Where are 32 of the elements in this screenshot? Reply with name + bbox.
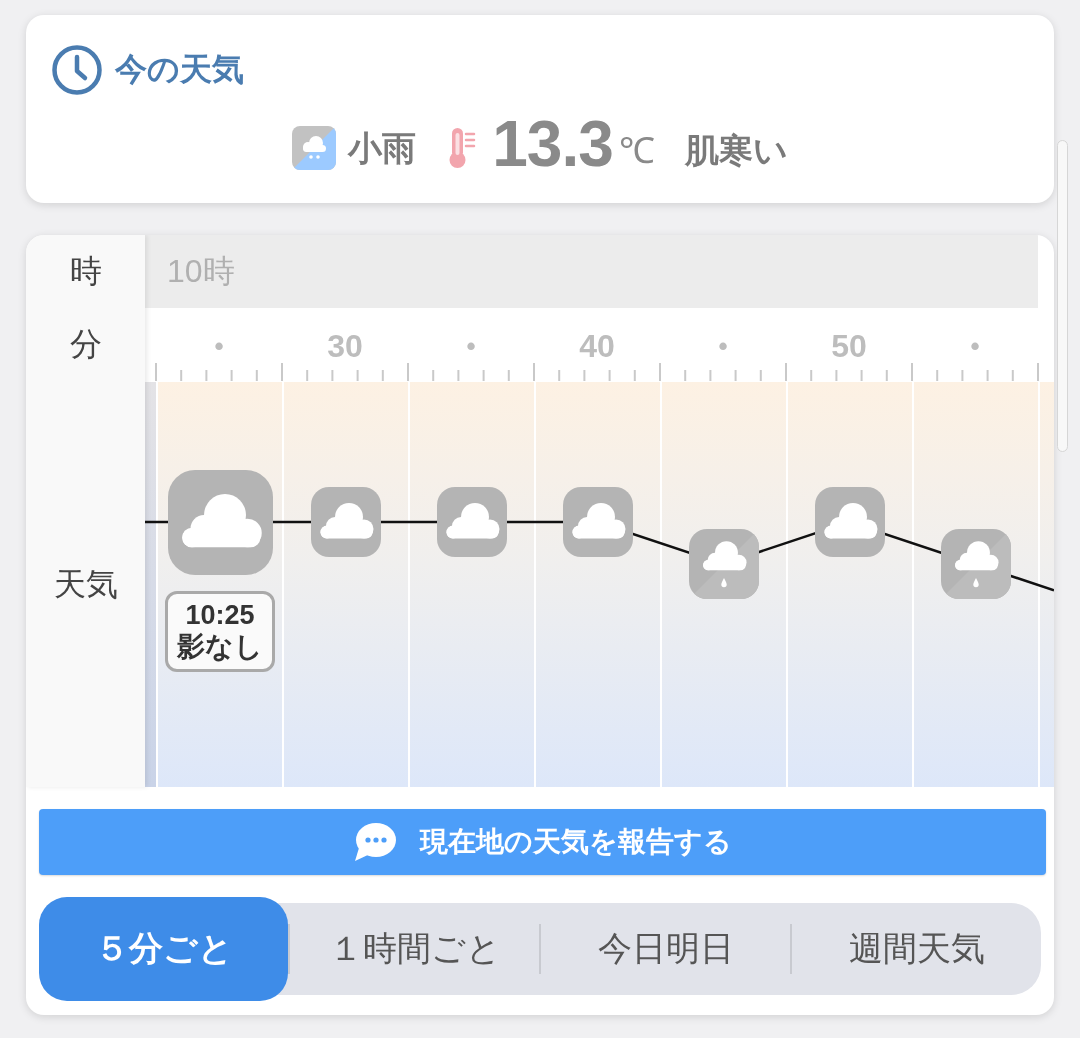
cloud-icon[interactable] <box>815 487 885 557</box>
temperature-unit: ℃ <box>618 133 655 169</box>
clock-icon <box>52 45 102 95</box>
row-label: 時 <box>69 253 102 290</box>
minute-label: • <box>970 333 980 359</box>
rain-cloud-icon[interactable] <box>689 529 759 599</box>
minute-label: • <box>466 333 476 359</box>
cloud-icon[interactable] <box>167 469 273 575</box>
tab[interactable]: ５分ごと <box>39 897 288 1001</box>
minute-label: • <box>214 333 224 359</box>
speech-bubble-icon <box>353 822 396 862</box>
cloud-icon[interactable] <box>437 487 507 557</box>
rain-cloud-icon[interactable] <box>941 529 1011 599</box>
tab[interactable]: 週間天気 <box>792 903 1041 995</box>
minute-label: • <box>718 333 728 359</box>
rain-cloud-icon <box>292 126 337 170</box>
temperature-value: 13.3 <box>492 112 613 176</box>
feeling-text: 肌寒い <box>684 133 788 167</box>
row-label: 分 <box>69 327 102 363</box>
tab[interactable]: 今日明日 <box>541 903 790 995</box>
cloud-icon[interactable] <box>563 487 633 557</box>
minute-label: 50 <box>831 330 867 362</box>
hour-label: 10時 <box>167 251 235 291</box>
tab[interactable]: １時間ごと <box>290 903 539 995</box>
row-label: 天気 <box>53 566 118 603</box>
minute-label: 40 <box>579 330 615 362</box>
time-callout: 10:25 影なし <box>165 590 275 672</box>
cloud-icon[interactable] <box>311 487 381 557</box>
condition-text: 小雨 <box>348 131 417 165</box>
section-title: 今の天気 <box>115 50 244 89</box>
scrollbar[interactable] <box>1057 140 1068 452</box>
minute-label: 30 <box>327 330 363 362</box>
